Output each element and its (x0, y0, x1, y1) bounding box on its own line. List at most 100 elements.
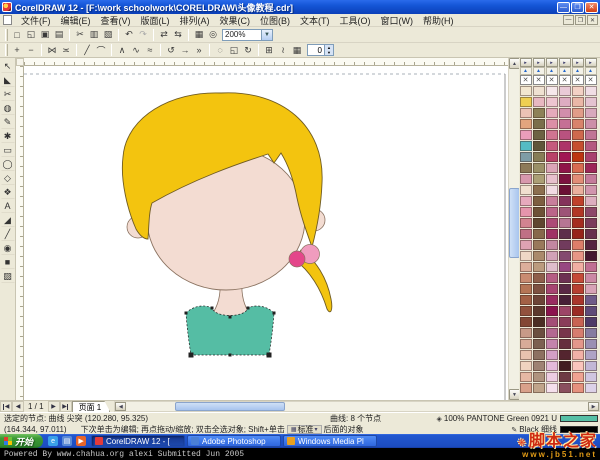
palette-swatch[interactable] (545, 141, 558, 151)
palette-swatch[interactable] (519, 372, 532, 382)
palette-scroll-up-icon[interactable]: ▲ (545, 67, 558, 75)
zoom-tool[interactable]: ◍ (0, 101, 15, 115)
palette-swatch[interactable] (571, 240, 584, 250)
palette-swatch[interactable] (584, 119, 597, 129)
palette-swatch[interactable] (558, 284, 571, 294)
palette-swatch[interactable] (584, 174, 597, 184)
palette-swatch[interactable] (571, 262, 584, 272)
smooth-node-icon[interactable]: ∿ (129, 44, 143, 57)
palette-swatch[interactable] (571, 306, 584, 316)
palette-swatch[interactable] (519, 86, 532, 96)
select-all-nodes-icon[interactable]: ▦ (290, 44, 304, 57)
palette-swatch[interactable] (571, 328, 584, 338)
palette-swatch[interactable] (584, 229, 597, 239)
palette-swatch[interactable] (558, 328, 571, 338)
curve-node[interactable] (228, 315, 232, 319)
no-fill-swatch[interactable]: ✕ (545, 75, 558, 85)
curve-node-selected[interactable] (188, 352, 194, 358)
palette-swatch[interactable] (545, 207, 558, 217)
zoom-level-combo[interactable]: 200% ▼ (222, 28, 273, 41)
show-desktop-icon[interactable]: ▤ (62, 436, 73, 446)
vertical-scrollbar[interactable]: ▲ ▼ (508, 58, 520, 400)
palette-swatch[interactable] (571, 141, 584, 151)
palette-scroll-up-icon[interactable]: ▲ (532, 67, 545, 75)
palette-swatch[interactable] (571, 218, 584, 228)
palette-swatch[interactable] (532, 383, 545, 393)
undo-icon[interactable]: ↶ (122, 28, 136, 41)
girl-hair-bobble-dark[interactable] (288, 250, 306, 268)
curve-node[interactable] (272, 311, 276, 315)
palette-swatch[interactable] (519, 350, 532, 360)
auto-close-curve-icon[interactable]: ◌ (213, 44, 227, 57)
scroll-left-icon[interactable]: ◀ (115, 402, 127, 411)
palette-swatch[interactable] (532, 339, 545, 349)
palette-swatch[interactable] (584, 262, 597, 272)
shape-tool[interactable]: ◣ (0, 73, 15, 87)
palette-swatch[interactable] (571, 108, 584, 118)
palette-swatch[interactable] (558, 86, 571, 96)
paste-icon[interactable]: ▧ (101, 28, 115, 41)
palette-swatch[interactable] (558, 229, 571, 239)
palette-swatch[interactable] (545, 86, 558, 96)
palette-swatch[interactable] (532, 251, 545, 261)
palette-swatch[interactable] (545, 383, 558, 393)
palette-swatch[interactable] (532, 86, 545, 96)
taskbar-task-inactive[interactable]: Adobe Photoshop (187, 435, 282, 447)
palette-swatch[interactable] (558, 273, 571, 283)
vertical-ruler[interactable] (16, 66, 24, 400)
palette-swatch[interactable] (519, 196, 532, 206)
doc-close-button[interactable]: ✕ (587, 15, 598, 25)
curve-node[interactable] (210, 306, 214, 310)
palette-swatch[interactable] (532, 328, 545, 338)
palette-swatch[interactable] (545, 240, 558, 250)
palette-swatch[interactable] (571, 207, 584, 217)
menu-item-版面[interactable]: 版面(L) (136, 13, 175, 28)
last-page-button[interactable]: ▶ (59, 401, 72, 412)
palette-swatch[interactable] (584, 306, 597, 316)
close-button[interactable]: ✕ (585, 1, 598, 13)
doc-restore-button[interactable]: ❐ (575, 15, 586, 25)
curve-node-selected[interactable] (266, 352, 272, 358)
palette-swatch[interactable] (519, 328, 532, 338)
palette-swatch[interactable] (545, 229, 558, 239)
menu-item-排列[interactable]: 排列(A) (175, 13, 215, 28)
palette-swatch[interactable] (519, 295, 532, 305)
palette-swatch[interactable] (532, 262, 545, 272)
join-nodes-icon[interactable]: ⋈ (45, 44, 59, 57)
palette-swatch[interactable] (584, 185, 597, 195)
palette-swatch[interactable] (558, 163, 571, 173)
align-nodes-icon[interactable]: ⊞ (262, 44, 276, 57)
palette-swatch[interactable] (532, 185, 545, 195)
curve-node[interactable] (246, 306, 250, 310)
palette-swatch[interactable] (532, 306, 545, 316)
status-mini-toolbar[interactable]: ▦ 标准 ▾ (286, 425, 322, 434)
palette-swatch[interactable] (558, 130, 571, 140)
palette-swatch[interactable] (558, 262, 571, 272)
import-icon[interactable]: ⇄ (157, 28, 171, 41)
palette-swatch[interactable] (519, 130, 532, 140)
toolbar-grip[interactable] (5, 28, 8, 41)
convert-to-line-icon[interactable]: ╱ (80, 44, 94, 57)
palette-swatch[interactable] (571, 229, 584, 239)
open-icon[interactable]: ◱ (24, 28, 38, 41)
palette-swatch[interactable] (532, 284, 545, 294)
palette-swatch[interactable] (558, 218, 571, 228)
maximize-button[interactable]: ❐ (571, 1, 584, 13)
palette-swatch[interactable] (519, 207, 532, 217)
palette-swatch[interactable] (558, 97, 571, 107)
palette-flyout-icon[interactable]: ▸ (584, 58, 597, 67)
save-icon[interactable]: ▣ (38, 28, 52, 41)
fill-tool[interactable]: ■ (0, 255, 15, 269)
palette-swatch[interactable] (519, 251, 532, 261)
palette-flyout-icon[interactable]: ▸ (545, 58, 558, 67)
palette-swatch[interactable] (584, 97, 597, 107)
palette-swatch[interactable] (519, 163, 532, 173)
palette-swatch[interactable] (584, 295, 597, 305)
palette-swatch[interactable] (519, 262, 532, 272)
palette-flyout-icon[interactable]: ▸ (519, 58, 532, 67)
spinner-arrows[interactable]: ▲ ▼ (324, 45, 333, 55)
next-page-button[interactable]: ▶ (47, 401, 60, 412)
menu-item-文本[interactable]: 文本(T) (295, 13, 335, 28)
palette-swatch[interactable] (532, 295, 545, 305)
add-node-icon[interactable]: + (10, 44, 24, 57)
